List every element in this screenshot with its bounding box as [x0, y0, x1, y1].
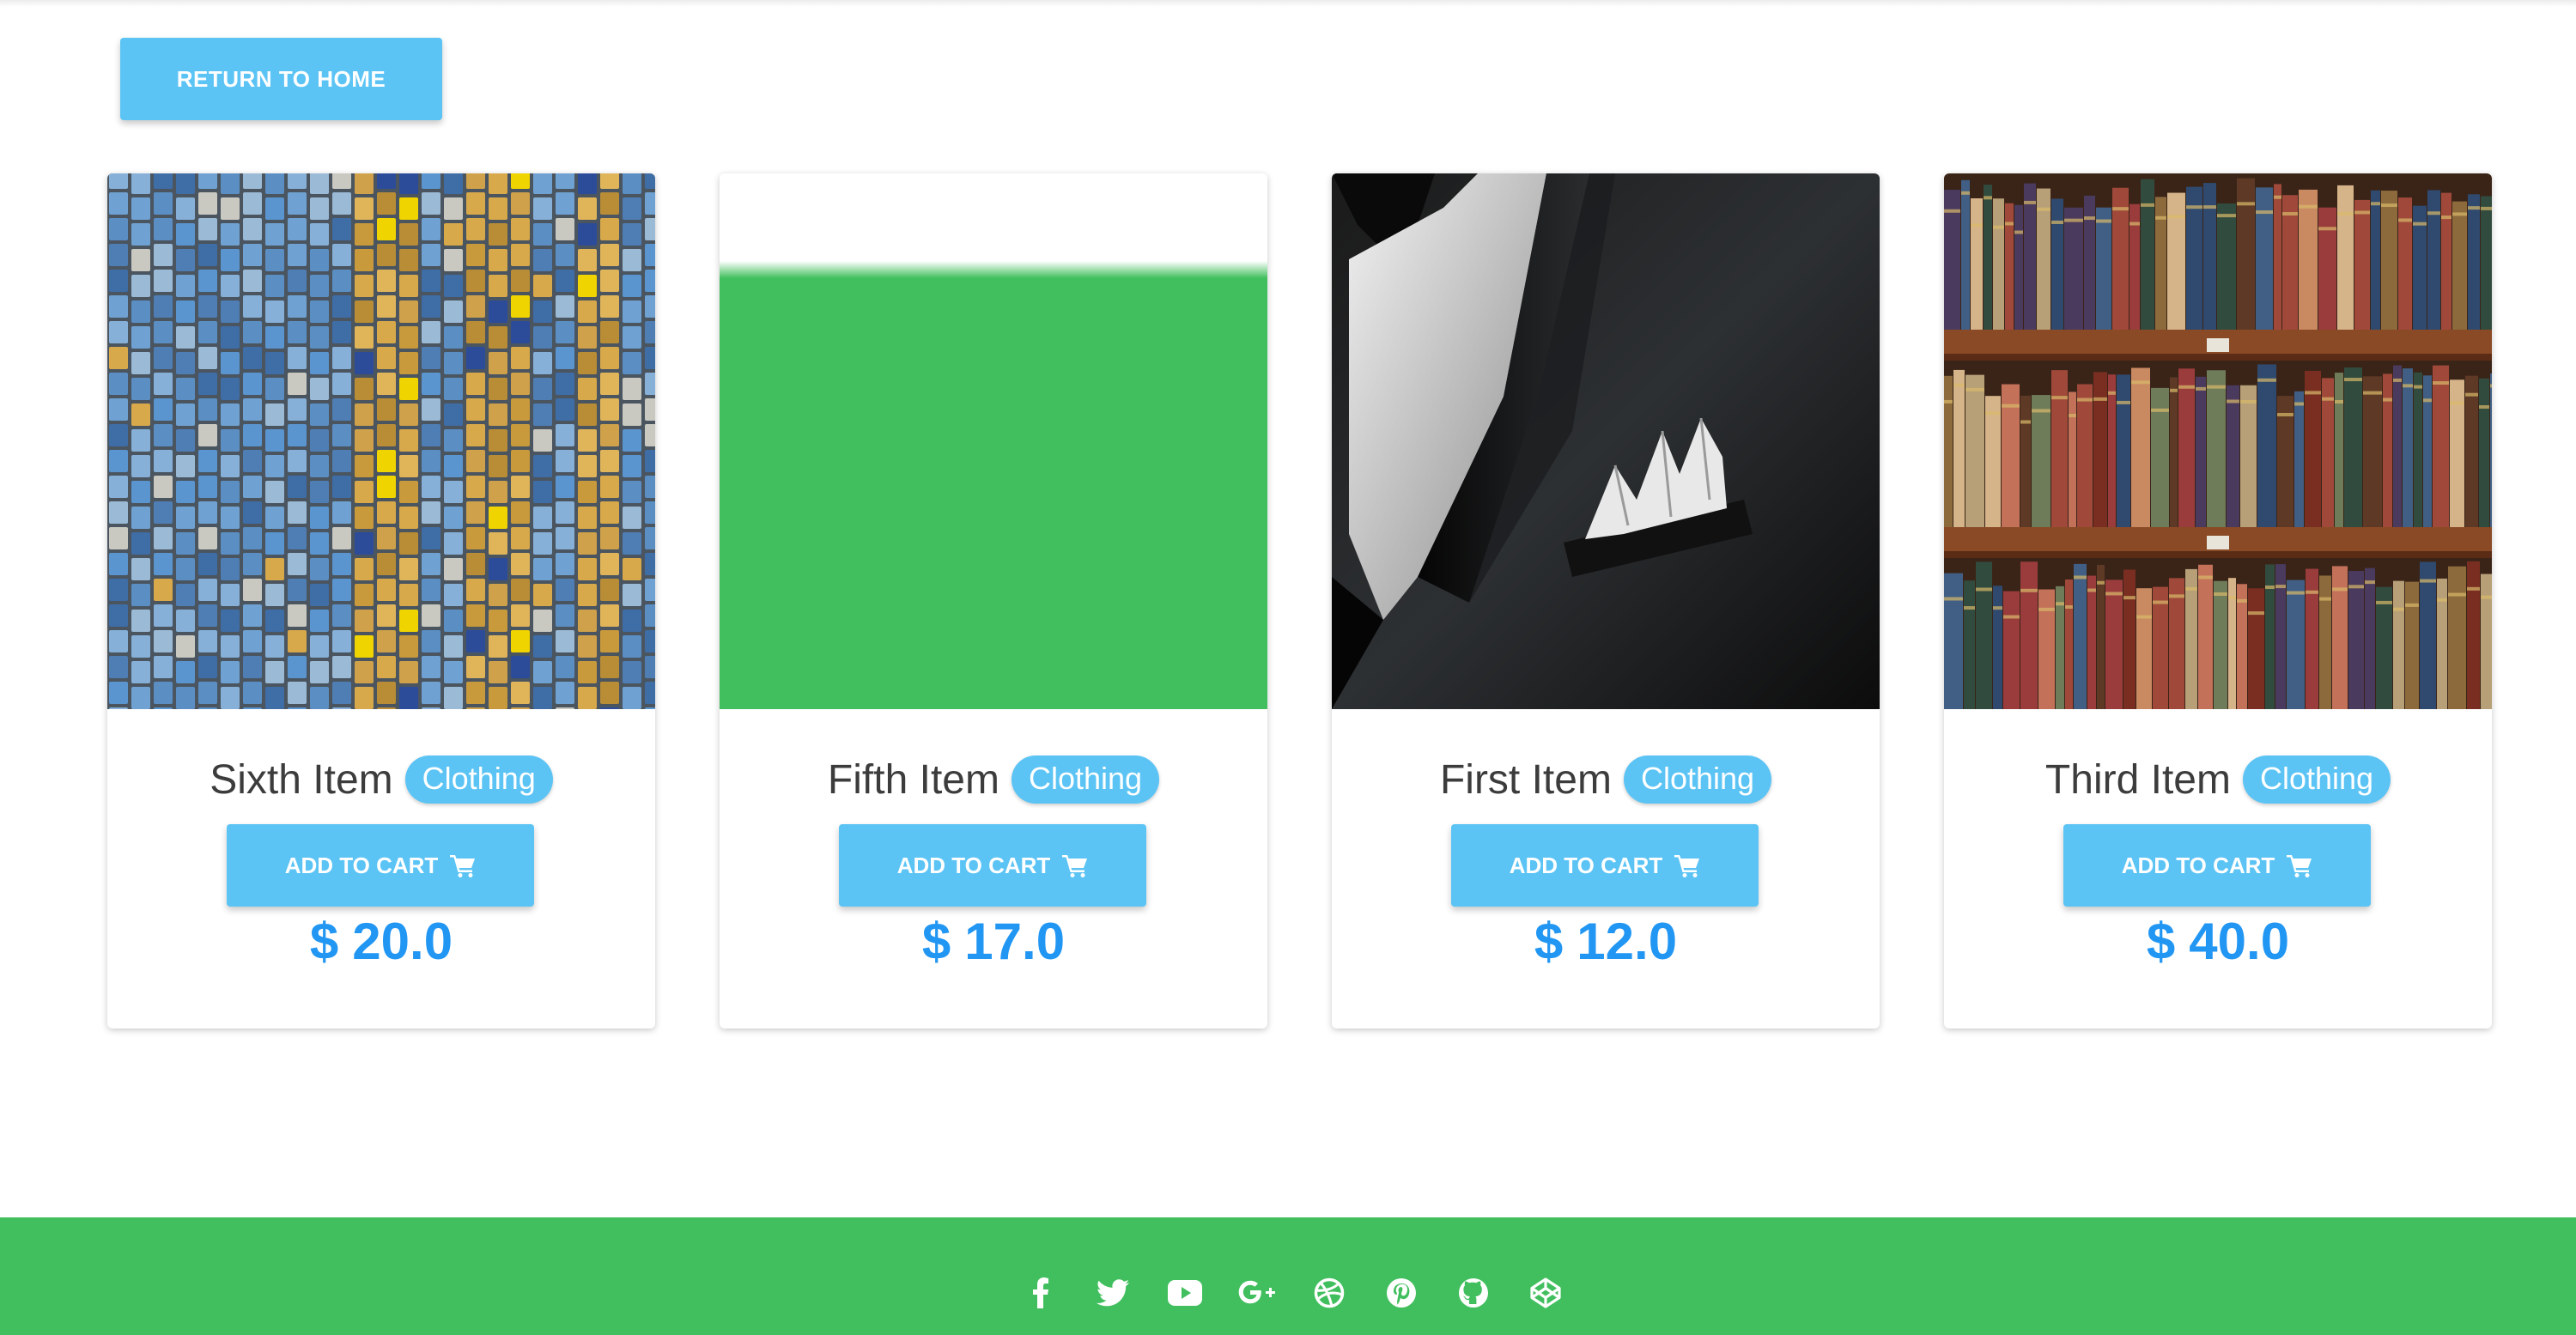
- add-to-cart-button[interactable]: ADD TO CART: [2063, 824, 2371, 907]
- product-title: Third Item: [2044, 756, 2231, 803]
- add-to-cart-label: ADD TO CART: [896, 852, 1051, 878]
- add-to-cart-button[interactable]: ADD TO CART: [227, 824, 534, 907]
- twitter-icon[interactable]: [1077, 1276, 1149, 1310]
- add-to-cart-label: ADD TO CART: [284, 852, 439, 878]
- pinterest-icon[interactable]: [1365, 1276, 1437, 1310]
- product-title-row: Fifth Item Clothing: [720, 747, 1267, 812]
- product-title: Sixth Item: [210, 756, 393, 803]
- github-icon[interactable]: [1437, 1276, 1510, 1310]
- category-badge: Clothing: [1011, 755, 1160, 804]
- product-price: $ 17.0: [720, 908, 1267, 974]
- cart-icon: [1062, 853, 1088, 877]
- currency-symbol: $: [1534, 912, 1564, 970]
- currency-symbol: $: [2146, 912, 2176, 970]
- product-card: Sixth Item Clothing ADD TO CART $ 20.0: [107, 173, 655, 1029]
- product-image-suit[interactable]: [1332, 173, 1880, 709]
- product-price: $ 12.0: [1332, 908, 1880, 974]
- facebook-icon[interactable]: [1005, 1276, 1077, 1310]
- product-title: First Item: [1439, 756, 1612, 803]
- add-to-cart-label: ADD TO CART: [1509, 852, 1663, 878]
- product-card: First Item Clothing ADD TO CART $ 12.0: [1332, 173, 1880, 1029]
- product-title-row: Third Item Clothing: [1944, 747, 2492, 812]
- product-price: $ 20.0: [107, 908, 655, 974]
- price-value: 40.0: [2189, 912, 2290, 970]
- google-plus-icon[interactable]: [1221, 1276, 1293, 1310]
- add-to-cart-button[interactable]: ADD TO CART: [839, 824, 1146, 907]
- product-title: Fifth Item: [827, 756, 999, 803]
- product-title-row: First Item Clothing: [1332, 747, 1880, 812]
- currency-symbol: $: [309, 912, 339, 970]
- category-badge: Clothing: [404, 755, 553, 804]
- currency-symbol: $: [921, 912, 951, 970]
- category-badge: Clothing: [1623, 755, 1772, 804]
- product-title-row: Sixth Item Clothing: [107, 747, 655, 812]
- youtube-icon[interactable]: [1149, 1276, 1221, 1310]
- product-image-green[interactable]: [720, 173, 1267, 709]
- product-card: Fifth Item Clothing ADD TO CART $ 17.0: [720, 173, 1267, 1029]
- category-badge: Clothing: [2242, 755, 2391, 804]
- add-to-cart-button[interactable]: ADD TO CART: [1451, 824, 1759, 907]
- cart-icon: [450, 853, 476, 877]
- cart-icon: [2287, 853, 2312, 877]
- price-value: 17.0: [964, 912, 1066, 970]
- dribbble-icon[interactable]: [1293, 1276, 1365, 1310]
- price-value: 20.0: [352, 912, 453, 970]
- return-to-home-button[interactable]: RETURN TO HOME: [120, 38, 442, 120]
- product-price: $ 40.0: [1944, 908, 2492, 974]
- add-to-cart-label: ADD TO CART: [2121, 852, 2275, 878]
- top-bar-edge: [0, 0, 2576, 7]
- price-value: 12.0: [1577, 912, 1678, 970]
- product-image-mosaic[interactable]: [107, 173, 655, 709]
- cart-icon: [1674, 853, 1700, 877]
- product-image-bookshelf[interactable]: [1944, 173, 2492, 709]
- social-links: [1005, 1276, 1582, 1310]
- product-card: Third Item Clothing ADD TO CART $ 40.0: [1944, 173, 2492, 1029]
- codepen-icon[interactable]: [1510, 1276, 1582, 1310]
